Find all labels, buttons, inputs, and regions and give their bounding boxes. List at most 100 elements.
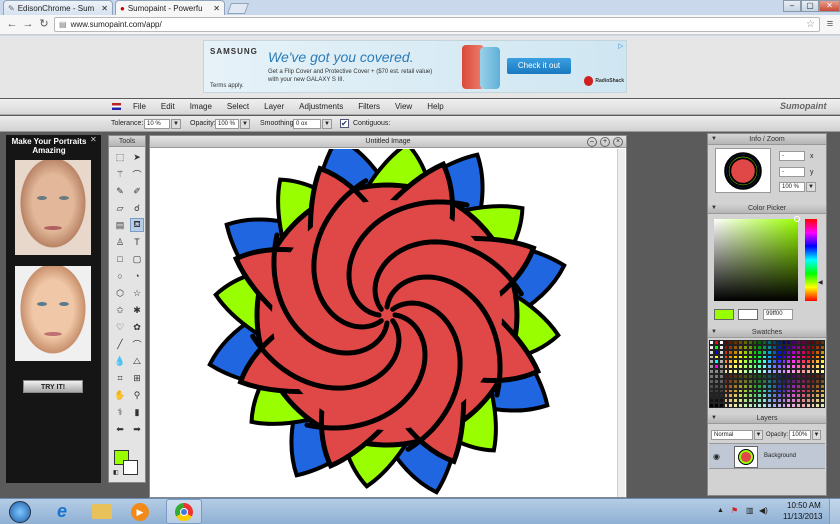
tray-volume-icon[interactable]: ◀)	[759, 506, 768, 515]
canvas-maximize-icon[interactable]: +	[600, 137, 610, 147]
reload-icon[interactable]: ↻	[37, 17, 51, 31]
taskbar-ie[interactable]: e	[44, 499, 80, 524]
opacity-dropdown-icon[interactable]: ▼	[240, 119, 250, 129]
layer-row-background[interactable]: ◉ Background	[709, 443, 825, 469]
canvas-close-icon[interactable]: ×	[613, 137, 623, 147]
left-ad[interactable]: ✕ Make Your Portraits Amazing TRY IT!	[6, 135, 101, 483]
taskbar-explorer[interactable]	[84, 499, 120, 524]
brush-icon[interactable]: ✐	[130, 184, 144, 198]
text-tool-icon[interactable]: T	[130, 235, 144, 249]
show-desktop-button[interactable]	[829, 499, 840, 524]
clone-stamp-icon[interactable]: ♙	[113, 235, 127, 249]
move-tool-icon[interactable]: ➤	[130, 150, 144, 164]
crop-icon[interactable]: ⌗	[113, 371, 127, 385]
clock-time[interactable]: 10:50 AM	[787, 501, 821, 510]
bookmark-star-icon[interactable]: ☆	[806, 19, 815, 30]
menu-view[interactable]: View	[395, 102, 412, 111]
menu-help[interactable]: Help	[427, 102, 443, 111]
gradient-icon[interactable]: ▤	[113, 218, 127, 232]
blend-mode-select[interactable]: Normal	[711, 430, 753, 440]
eyedropper-icon[interactable]: ⚕	[113, 405, 127, 419]
tray-arrow-icon[interactable]: ▲	[717, 507, 724, 514]
sharpen-icon[interactable]: ⧍	[130, 354, 144, 368]
layers-collapse-icon[interactable]: ▼	[711, 413, 717, 424]
taskbar-chrome[interactable]	[166, 499, 202, 524]
tab-edisonchrome[interactable]: ✎ EdisonChrome - Sum ✕	[3, 0, 113, 15]
rounded-rect-icon[interactable]: ▢	[130, 252, 144, 266]
fg-color-preview[interactable]	[714, 309, 734, 320]
start-button[interactable]	[2, 499, 38, 524]
maximize-button[interactable]: ▢	[801, 0, 819, 12]
smudge-icon[interactable]: ☌	[130, 201, 144, 215]
close-window-button[interactable]: ✕	[819, 0, 840, 12]
tab-sumopaint[interactable]: ● Sumopaint - Powerfu ✕	[115, 0, 225, 15]
blend-dropdown-icon[interactable]: ▼	[754, 430, 763, 440]
polygon-icon[interactable]: ⬡	[113, 286, 127, 300]
left-ad-cta[interactable]: TRY IT!	[23, 380, 83, 393]
star-outline-icon[interactable]: ✩	[113, 303, 127, 317]
arrow-left-icon[interactable]: ⬅	[113, 422, 127, 436]
line-icon[interactable]: ╱	[113, 337, 127, 351]
tolerance-input[interactable]: 10 %	[144, 119, 170, 129]
canvas-vscrollbar[interactable]	[617, 149, 625, 497]
ad-close-icon[interactable]: ✕	[90, 135, 97, 144]
burst-icon[interactable]: ✱	[130, 303, 144, 317]
contiguous-checkbox[interactable]: ✔	[340, 119, 349, 128]
smoothing-dropdown-icon[interactable]: ▼	[322, 119, 332, 129]
curve-icon[interactable]: ⌒	[130, 337, 144, 351]
layer-name[interactable]: Background	[764, 453, 796, 459]
drawing-canvas[interactable]	[150, 149, 616, 499]
forward-icon[interactable]: →	[21, 17, 35, 31]
flower-shape-icon[interactable]: ✿	[130, 320, 144, 334]
hue-slider[interactable]	[805, 219, 817, 301]
tray-flag-icon[interactable]: ⚑	[731, 506, 738, 515]
menu-layer[interactable]: Layer	[264, 102, 284, 111]
pencil-icon[interactable]: ✎	[113, 184, 127, 198]
tray-network-icon[interactable]: ▥	[746, 506, 754, 515]
fill-bucket-icon[interactable]: ⛾	[130, 218, 144, 232]
arrow-right-icon[interactable]: ➡	[130, 422, 144, 436]
shape-icon[interactable]: ◔	[130, 269, 144, 283]
zoom-icon[interactable]: ⚲	[130, 388, 144, 402]
swatches-collapse-icon[interactable]: ▼	[711, 327, 717, 338]
eraser-icon[interactable]: ▱	[113, 201, 127, 215]
address-bar[interactable]: ▤ www.sumopaint.com/app/ ☆	[54, 17, 820, 32]
rectangle-icon[interactable]: □	[113, 252, 127, 266]
zoom-dropdown-icon[interactable]: ▼	[806, 182, 816, 192]
zoom-input[interactable]: 100 %	[779, 182, 805, 192]
menu-select[interactable]: Select	[227, 102, 249, 111]
layer-opacity-dropdown-icon[interactable]: ▼	[812, 430, 821, 440]
smoothing-input[interactable]: 0 ox	[293, 119, 321, 129]
taskbar-media-player[interactable]: ▶	[122, 499, 158, 524]
menu-image[interactable]: Image	[190, 102, 212, 111]
layer-opacity-input[interactable]: 100%	[789, 430, 811, 440]
colorpicker-collapse-icon[interactable]: ▼	[711, 203, 717, 214]
menu-edit[interactable]: Edit	[161, 102, 175, 111]
heart-icon[interactable]: ♡	[113, 320, 127, 334]
lasso-icon[interactable]: ⌒	[130, 167, 144, 181]
hue-slider-arrow-icon[interactable]: ◀	[818, 279, 823, 286]
color-picker-handle[interactable]	[794, 216, 800, 222]
flag-icon[interactable]	[112, 103, 121, 110]
ellipse-icon[interactable]: ○	[113, 269, 127, 283]
layer-visibility-icon[interactable]: ◉	[713, 452, 720, 461]
navigator-thumbnail[interactable]	[715, 148, 771, 193]
transform-icon[interactable]: ⊞	[130, 371, 144, 385]
ruler-icon[interactable]: ▮	[130, 405, 144, 419]
star-icon[interactable]: ☆	[130, 286, 144, 300]
color-gradient-field[interactable]	[714, 219, 798, 301]
samsung-ad[interactable]: SAMSUNG We've got you covered. Get a Fli…	[203, 40, 627, 93]
tab-close-icon[interactable]: ✕	[213, 4, 220, 13]
ad-cta-button[interactable]: Check it out	[507, 58, 571, 74]
clock-date[interactable]: 11/13/2013	[783, 512, 822, 521]
tolerance-dropdown-icon[interactable]: ▼	[171, 119, 181, 129]
swap-colors-icon[interactable]: ◧	[113, 469, 119, 476]
minimize-button[interactable]: –	[783, 0, 801, 12]
hex-input[interactable]: 99ff00	[763, 309, 793, 320]
hand-icon[interactable]: ✋	[113, 388, 127, 402]
menu-filters[interactable]: Filters	[358, 102, 380, 111]
tab-close-icon[interactable]: ✕	[101, 4, 108, 13]
opacity-input[interactable]: 100 %	[215, 119, 239, 129]
marquee-tool-icon[interactable]: ⬚	[113, 150, 127, 164]
menu-adjustments[interactable]: Adjustments	[299, 102, 343, 111]
